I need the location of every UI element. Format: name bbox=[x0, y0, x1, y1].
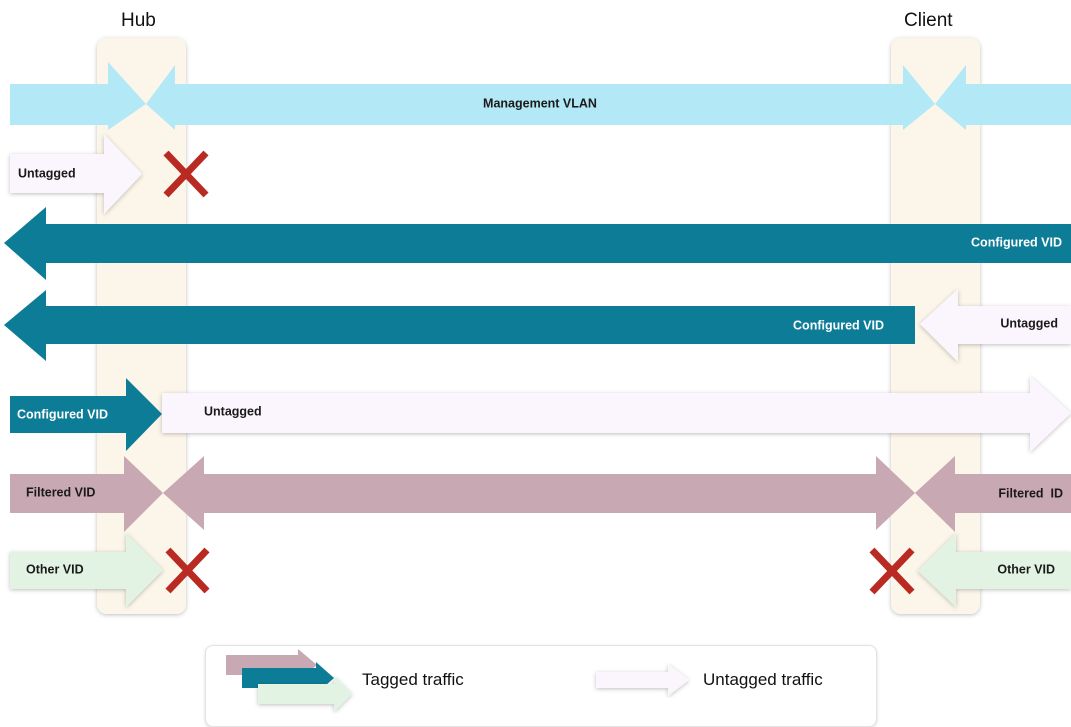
configured-vid-full-label: Configured VID bbox=[971, 235, 1062, 249]
legend-untagged-label: Untagged traffic bbox=[703, 670, 823, 689]
legend: Tagged traffic Untagged traffic bbox=[205, 645, 877, 727]
filtered-id-right-label: Filtered ID bbox=[998, 486, 1063, 500]
other-vid-right-label: Other VID bbox=[997, 562, 1055, 576]
legend-untagged-swatch bbox=[596, 664, 689, 696]
other-vid-left-label: Other VID bbox=[26, 562, 84, 576]
untagged-blocked-label: Untagged bbox=[18, 166, 76, 180]
configured-vid-hub-side-label: Configured VID bbox=[793, 318, 884, 332]
untagged-out-of-hub-label: Untagged bbox=[204, 404, 262, 418]
management-vlan-label: Management VLAN bbox=[483, 96, 597, 110]
legend-tagged-label: Tagged traffic bbox=[362, 670, 464, 689]
filtered-vid-left-label: Filtered VID bbox=[26, 485, 95, 499]
vlan-diagram: Management VLAN Untagged Configured VID … bbox=[4, 38, 1071, 614]
configured-vid-into-hub-label: Configured VID bbox=[17, 407, 108, 421]
filtered-vid-center-arrow bbox=[163, 456, 915, 530]
untagged-from-client-label: Untagged bbox=[1000, 316, 1058, 330]
